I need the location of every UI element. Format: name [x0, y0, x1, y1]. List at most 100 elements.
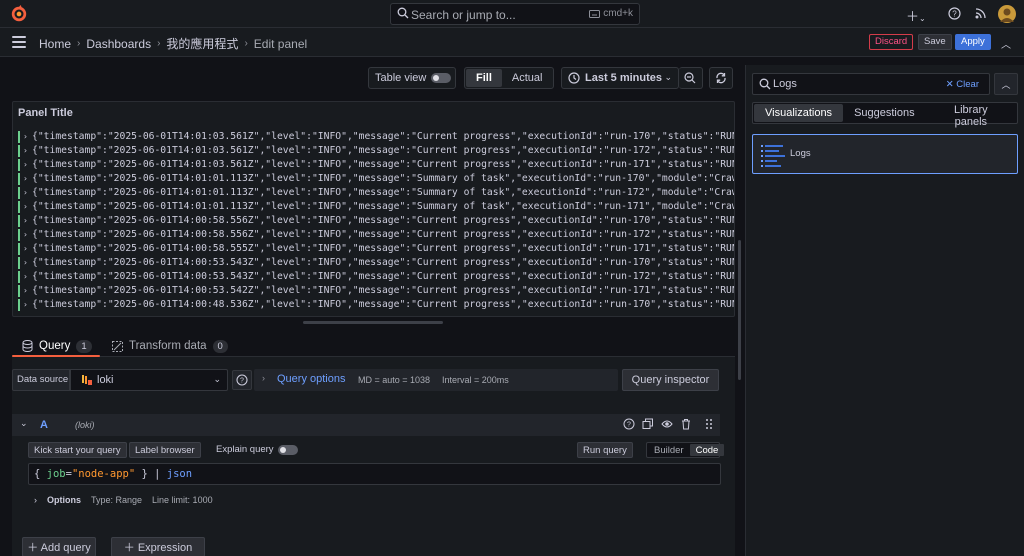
data-source-label: Data source	[12, 369, 70, 391]
svg-text:?: ?	[952, 10, 957, 19]
breadcrumb-dashboards[interactable]: Dashboards	[86, 37, 151, 51]
explain-query-label: Explain query	[216, 444, 274, 455]
transform-icon	[112, 340, 123, 352]
visualization-card-logs[interactable]: Logs	[752, 134, 1018, 174]
chevron-right-icon: ›	[23, 286, 28, 295]
data-source-help-button[interactable]: ?	[232, 370, 252, 390]
help-icon[interactable]: ?	[623, 418, 635, 430]
data-source-select[interactable]: loki ⌄	[70, 369, 228, 391]
breadcrumb-dashboard[interactable]: 我的應用程式	[166, 35, 238, 52]
log-row[interactable]: › {"timestamp":"2025-06-01T14:00:53.543Z"…	[18, 270, 734, 284]
close-icon: ✕	[945, 79, 957, 90]
log-row[interactable]: › {"timestamp":"2025-06-01T14:00:58.556Z"…	[18, 228, 734, 242]
log-row[interactable]: › {"timestamp":"2025-06-01T14:00:58.556Z"…	[18, 214, 734, 228]
table-view-toggle[interactable]: Table view	[368, 67, 456, 89]
log-row[interactable]: › {"timestamp":"2025-06-01T14:01:03.561Z"…	[18, 158, 734, 172]
fill-button[interactable]: Fill	[466, 69, 502, 87]
query-name[interactable]: A	[40, 419, 48, 431]
grafana-logo-icon[interactable]	[10, 5, 28, 23]
panel-resize-handle[interactable]	[303, 321, 443, 324]
collapse-picker-button[interactable]: ︿	[994, 73, 1018, 95]
chevron-down-icon: ⌄	[664, 72, 672, 82]
explain-query-switch[interactable]	[278, 445, 298, 455]
search-placeholder: Search or jump to...	[411, 8, 516, 22]
chevron-down-icon[interactable]: ⌄	[20, 418, 28, 429]
search-icon	[397, 7, 409, 19]
tab-query-label: Query	[39, 340, 71, 352]
tab-visualizations[interactable]: Visualizations	[754, 104, 844, 122]
trash-icon[interactable]	[680, 418, 692, 430]
log-row[interactable]: › {"timestamp":"2025-06-01T14:01:03.561Z"…	[18, 144, 734, 158]
time-range-picker[interactable]: Last 5 minutes ⌄	[561, 67, 679, 89]
breadcrumb-home[interactable]: Home	[39, 37, 71, 51]
visualization-search-input[interactable]: Logs ✕ Clear	[752, 73, 990, 95]
query-options-row[interactable]: › Options Type: Range Line limit: 1000	[34, 495, 213, 505]
rss-icon[interactable]	[975, 8, 986, 19]
line-limit: Line limit: 1000	[152, 495, 213, 505]
chevron-right-icon: ›	[157, 38, 161, 49]
query-options-toggle[interactable]: › Query options MD = auto = 1038 Interva…	[254, 369, 618, 391]
tab-transform[interactable]: Transform data 0	[112, 335, 228, 357]
drag-handle-icon[interactable]	[703, 418, 715, 430]
chevron-up-icon[interactable]: ︿	[1001, 36, 1011, 51]
visualization-card-label: Logs	[790, 148, 811, 159]
query-inspector-button[interactable]: Query inspector	[622, 369, 719, 391]
chevron-down-icon: ⌄	[213, 374, 221, 384]
add-query-button[interactable]: ＋ Add query	[22, 537, 96, 556]
actual-button[interactable]: Actual	[502, 69, 553, 87]
log-rows: › {"timestamp":"2025-06-01T14:01:03.561Z"…	[18, 130, 734, 312]
duplicate-icon[interactable]	[642, 418, 654, 430]
log-row[interactable]: › {"timestamp":"2025-06-01T14:01:03.561Z"…	[18, 130, 734, 144]
clear-search-button[interactable]: ✕ Clear	[946, 79, 979, 90]
save-button[interactable]: Save	[918, 34, 952, 50]
help-icon[interactable]: ?	[948, 7, 961, 20]
table-view-switch[interactable]	[431, 73, 451, 83]
query-row-header[interactable]: ⌄ A (loki) ?	[12, 414, 720, 436]
zoom-out-icon	[684, 72, 696, 84]
zoom-out-button[interactable]	[679, 67, 703, 89]
menu-icon[interactable]	[12, 36, 26, 48]
apply-button[interactable]: Apply	[955, 34, 991, 50]
search-input[interactable]: Search or jump to... cmd+k	[390, 3, 640, 25]
max-data-points: MD = auto = 1038	[358, 375, 431, 385]
chevron-up-icon: ︿	[1001, 79, 1011, 90]
clock-icon	[568, 72, 580, 84]
breadcrumb-edit-panel: Edit panel	[253, 36, 308, 51]
log-row[interactable]: › {"timestamp":"2025-06-01T14:00:53.542Z"…	[18, 284, 734, 298]
query-code-editor[interactable]: { job="node-app" } | json	[28, 463, 721, 485]
chevron-right-icon: ›	[23, 258, 28, 267]
log-row[interactable]: › {"timestamp":"2025-06-01T14:00:48.536Z"…	[18, 298, 734, 312]
chevron-right-icon: ›	[23, 202, 28, 211]
logs-viz-icon	[761, 145, 785, 167]
log-row[interactable]: › {"timestamp":"2025-06-01T14:01:01.113Z"…	[18, 172, 734, 186]
add-expression-button[interactable]: ＋ Expression	[111, 537, 205, 556]
label-browser-button[interactable]: Label browser	[129, 442, 201, 458]
builder-button[interactable]: Builder	[648, 444, 690, 456]
interval: Interval = 200ms	[442, 375, 509, 385]
chevron-right-icon: ›	[23, 188, 28, 197]
search-shortcut: cmd+k	[603, 8, 633, 19]
log-row[interactable]: › {"timestamp":"2025-06-01T14:01:01.113Z"…	[18, 186, 734, 200]
eye-icon[interactable]	[661, 418, 673, 430]
log-row[interactable]: › {"timestamp":"2025-06-01T14:00:53.543Z"…	[18, 256, 734, 270]
new-plus-icon[interactable]: ＋⌄	[906, 6, 926, 25]
kick-start-button[interactable]: Kick start your query	[28, 442, 127, 458]
keyboard-icon	[589, 9, 601, 18]
database-icon	[22, 340, 33, 352]
refresh-button[interactable]	[709, 67, 733, 89]
chevron-right-icon: ›	[23, 230, 28, 239]
run-query-button[interactable]: Run query	[577, 442, 633, 458]
code-button[interactable]: Code	[689, 444, 725, 456]
search-icon	[759, 78, 771, 90]
discard-button[interactable]: Discard	[869, 34, 914, 50]
log-row[interactable]: › {"timestamp":"2025-06-01T14:01:01.113Z"…	[18, 200, 734, 214]
chevron-right-icon: ›	[23, 300, 28, 309]
log-row[interactable]: › {"timestamp":"2025-06-01T14:00:58.555Z"…	[18, 242, 734, 256]
avatar[interactable]	[998, 5, 1016, 23]
vertical-scrollbar[interactable]	[738, 240, 741, 380]
chevron-right-icon: ›	[23, 174, 28, 183]
tab-query[interactable]: Query 1	[22, 335, 92, 357]
tab-suggestions[interactable]: Suggestions	[843, 104, 926, 122]
plus-icon: ＋	[27, 542, 41, 554]
tab-library-panels[interactable]: Library panels	[926, 104, 1016, 128]
